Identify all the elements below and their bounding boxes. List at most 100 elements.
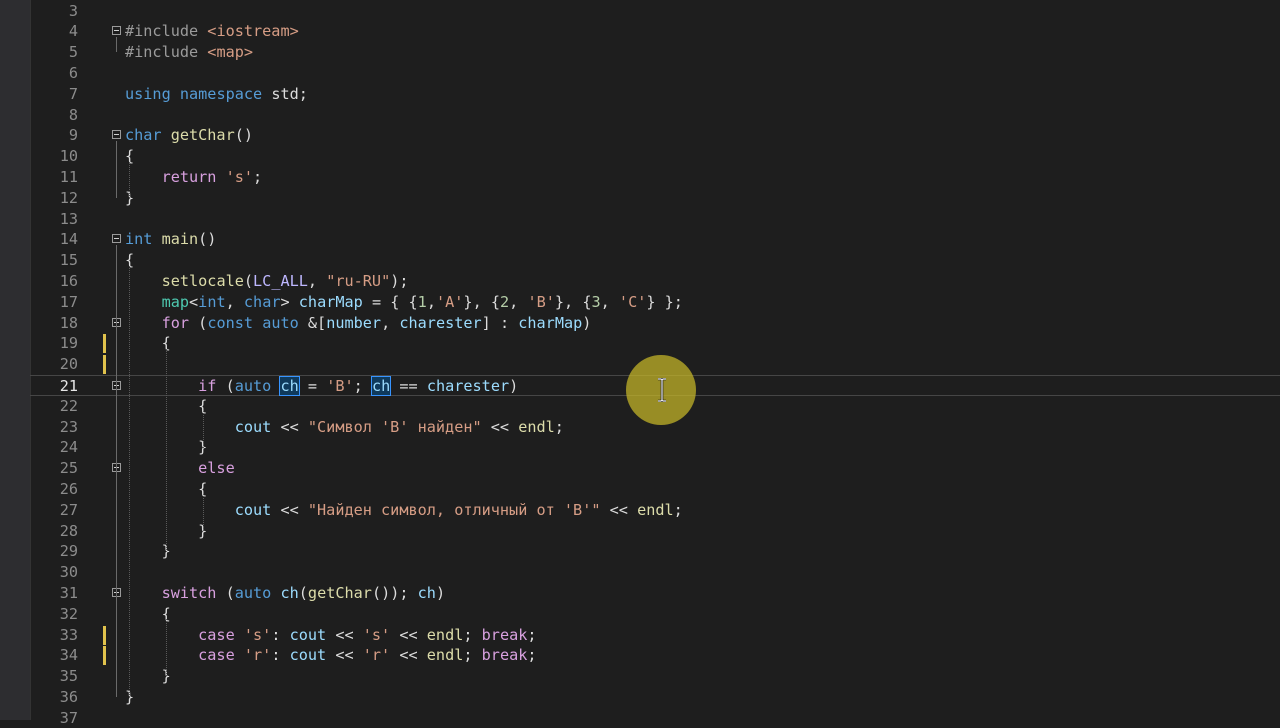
- code-token: std;: [271, 84, 308, 103]
- collapse-box-icon[interactable]: [112, 130, 121, 140]
- code-token: <<: [481, 417, 519, 436]
- code-token: "ru-RU": [326, 271, 391, 290]
- code-text: case 's': cout << 's' << endl; break;: [125, 625, 537, 646]
- code-token: cout: [289, 625, 327, 644]
- code-token: auto: [234, 583, 281, 602]
- line-number: 30: [59, 563, 78, 582]
- code-line[interactable]: 6: [30, 63, 1280, 84]
- code-line[interactable]: 17 map<int, char> charMap = { {1,'A'}, {…: [30, 292, 1280, 313]
- code-token: 'B': [326, 376, 354, 395]
- code-token: (: [198, 313, 208, 332]
- code-line[interactable]: 24 }: [30, 437, 1280, 458]
- code-line[interactable]: 18 for (const auto &[number, charester] …: [30, 313, 1280, 334]
- change-marker: [103, 355, 106, 375]
- code-token: charester: [399, 313, 482, 332]
- code-token: cout: [289, 646, 327, 665]
- code-text: cout << "Символ 'B' найден" << endl;: [125, 417, 564, 438]
- code-line[interactable]: 28 }: [30, 521, 1280, 542]
- code-line[interactable]: 16 setlocale(LC_ALL, "ru-RU");: [30, 271, 1280, 292]
- code-text: case 'r': cout << 'r' << endl; break;: [125, 645, 536, 666]
- code-line[interactable]: 29 }: [30, 541, 1280, 562]
- code-line[interactable]: 7 using namespace std;: [30, 84, 1280, 105]
- code-token: endl: [637, 500, 674, 519]
- code-token: using: [125, 84, 180, 103]
- code-line[interactable]: 35 }: [30, 666, 1280, 687]
- code-token: 'r': [362, 646, 391, 665]
- code-line[interactable]: 14 int main(): [30, 229, 1280, 250]
- code-token: LC_ALL: [253, 271, 308, 290]
- code-line[interactable]: 37: [30, 708, 1280, 728]
- indent-guide: [129, 265, 130, 698]
- code-token: ;: [253, 167, 263, 186]
- code-line[interactable]: 9 char getChar(): [30, 125, 1280, 146]
- code-token: getChar: [307, 583, 372, 602]
- collapse-box-icon[interactable]: [112, 26, 121, 36]
- code-line[interactable]: 3: [30, 1, 1280, 22]
- code-token: cout: [234, 417, 272, 436]
- code-token: }: [125, 542, 171, 561]
- code-text: using namespace std;: [125, 84, 308, 105]
- line-number: 10: [59, 147, 78, 166]
- code-token: 2: [500, 292, 510, 311]
- code-token: 'A': [435, 292, 464, 311]
- code-line[interactable]: 13: [30, 209, 1280, 230]
- line-number: 28: [59, 521, 78, 540]
- line-number: 7: [68, 84, 78, 103]
- code-token: break: [481, 625, 528, 644]
- line-number: 36: [59, 687, 78, 706]
- code-token: <<: [271, 417, 308, 436]
- code-line[interactable]: 25 else: [30, 458, 1280, 479]
- code-line[interactable]: 19 {: [30, 333, 1280, 354]
- line-number: 4: [68, 22, 78, 41]
- code-token: ch: [417, 583, 436, 602]
- code-line[interactable]: 5 #include <map>: [30, 42, 1280, 63]
- code-line[interactable]: 27 cout << "Найден символ, отличный от '…: [30, 500, 1280, 521]
- code-token: int: [198, 292, 226, 311]
- code-token: ): [435, 583, 446, 602]
- code-token: 1: [417, 292, 427, 311]
- code-line[interactable]: 12}: [30, 188, 1280, 209]
- line-number: 6: [68, 63, 78, 82]
- code-line[interactable]: 36}: [30, 687, 1280, 708]
- line-number: 27: [59, 500, 78, 519]
- code-token: ;: [527, 625, 537, 644]
- code-token: switch: [125, 583, 226, 602]
- code-line[interactable]: 31 switch (auto ch(getChar()); ch): [30, 583, 1280, 604]
- code-token: map: [161, 292, 190, 311]
- code-line[interactable]: 10{: [30, 146, 1280, 167]
- code-token: ;: [463, 625, 482, 644]
- line-number: 22: [59, 396, 78, 415]
- code-line[interactable]: 30: [30, 562, 1280, 583]
- line-number: 23: [59, 417, 78, 436]
- line-number: 5: [68, 43, 78, 62]
- highlighted-reference: ch: [279, 375, 300, 396]
- code-token: else: [125, 459, 235, 478]
- line-number: 21: [59, 376, 78, 395]
- change-marker: [103, 625, 106, 645]
- code-text: else: [125, 458, 235, 479]
- indent-guide: [203, 411, 204, 448]
- code-line[interactable]: 33 case 's': cout << 's' << endl; break;: [30, 625, 1280, 646]
- indent-guide: [166, 348, 167, 552]
- code-token: ): [509, 376, 519, 395]
- fold-region-line: [116, 140, 117, 199]
- collapse-box-icon[interactable]: [112, 234, 121, 244]
- line-number: 37: [59, 708, 78, 727]
- line-number: 8: [68, 105, 78, 124]
- code-line[interactable]: 32 {: [30, 604, 1280, 625]
- code-line[interactable]: 26 {: [30, 479, 1280, 500]
- code-line[interactable]: 4 #include <iostream>: [30, 21, 1280, 42]
- code-token: 's': [362, 625, 391, 644]
- code-token: return: [125, 167, 226, 186]
- line-number: 19: [59, 334, 78, 353]
- line-number: 34: [59, 646, 78, 665]
- code-token: (: [298, 583, 308, 602]
- code-text: for (const auto &[number, charester] : c…: [125, 313, 592, 334]
- code-line[interactable]: 34 case 'r': cout << 'r' << endl; break;: [30, 645, 1280, 666]
- code-line[interactable]: 8: [30, 105, 1280, 126]
- code-line[interactable]: 15{: [30, 250, 1280, 271]
- code-token: ;: [673, 500, 683, 519]
- code-token: ;: [554, 417, 564, 436]
- code-line[interactable]: 11 return 's';: [30, 167, 1280, 188]
